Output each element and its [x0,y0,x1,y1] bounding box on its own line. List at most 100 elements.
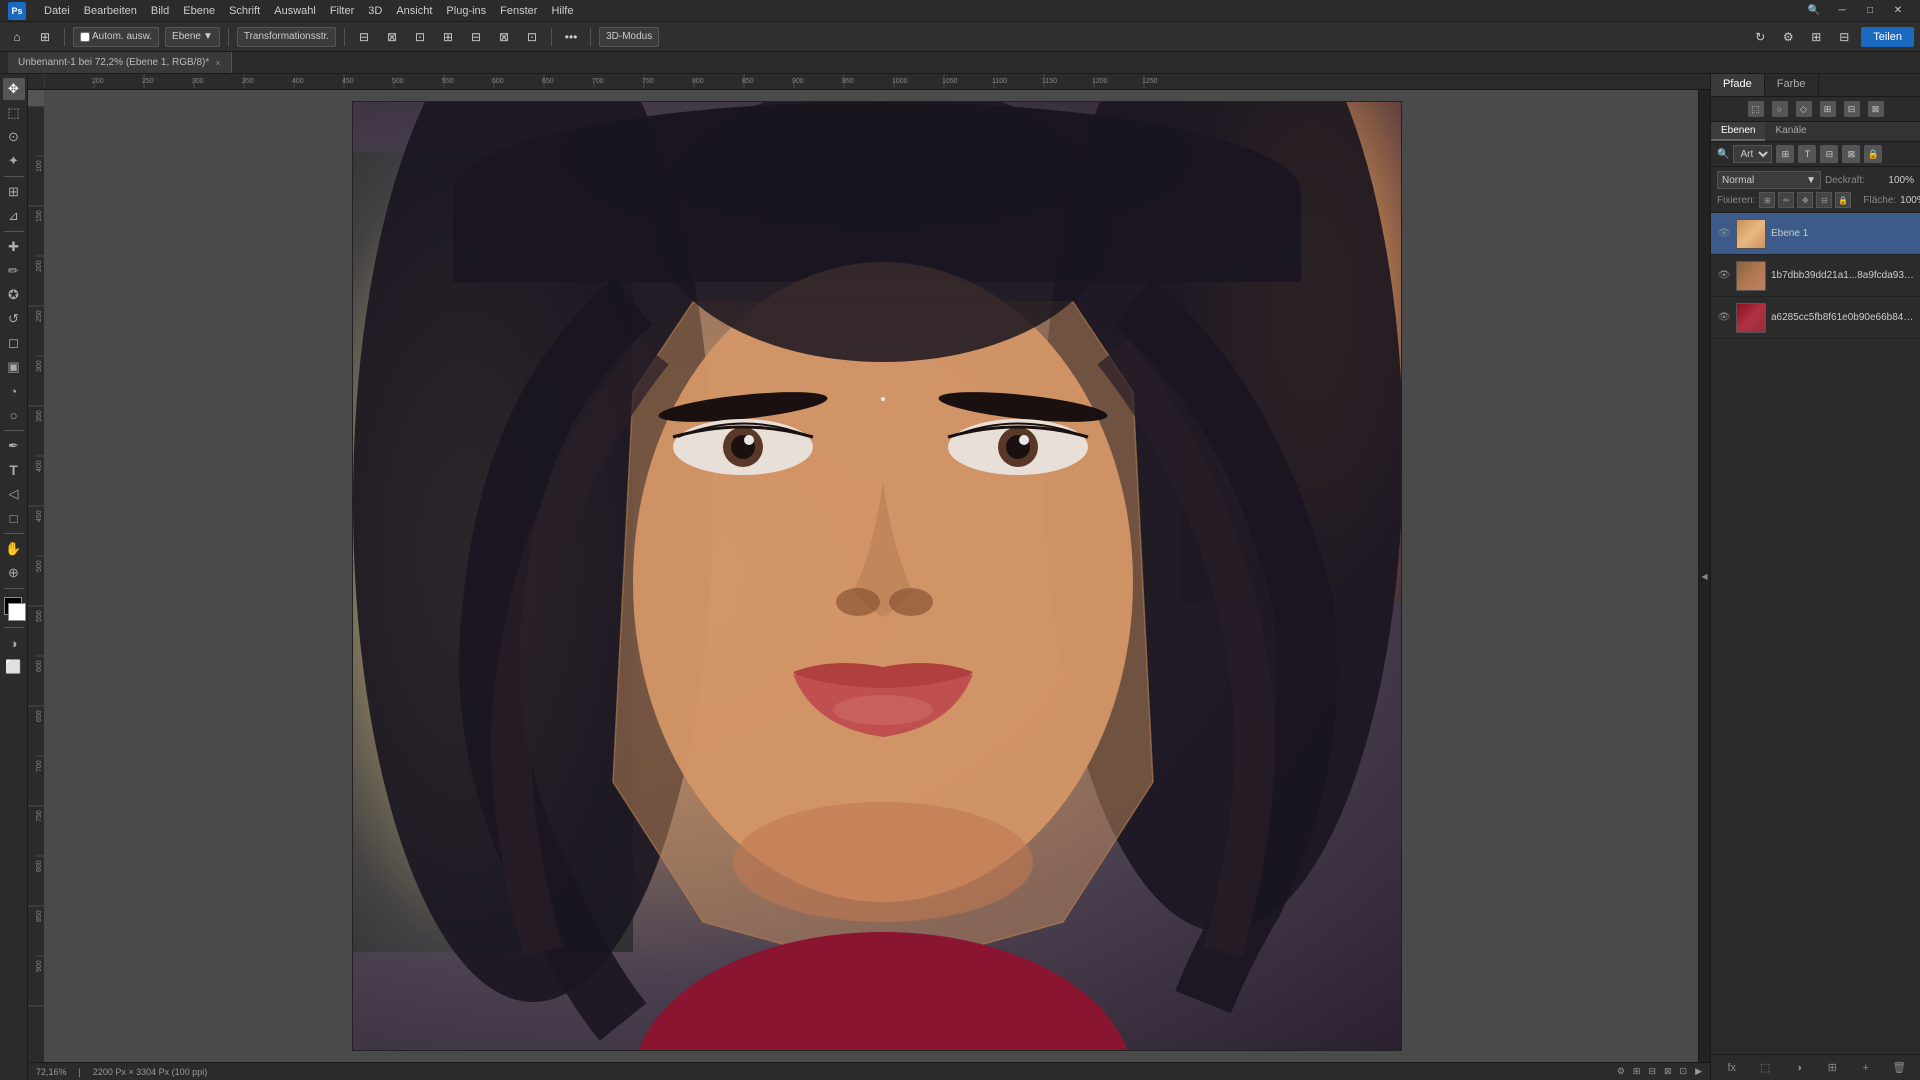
document-tab[interactable]: Unbenannt-1 bei 72,2% (Ebene 1, RGB/8)* … [8,52,232,73]
layer-search-icon-6[interactable]: 🔒 [1864,145,1882,163]
panel-icon-3[interactable]: ◇ [1796,101,1812,117]
lock-position-btn[interactable]: ✥ [1797,192,1813,208]
stamp-tool[interactable]: ✪ [3,284,25,306]
status-icon-2[interactable]: ⊞ [1633,1066,1641,1077]
pen-tool[interactable]: ✒ [3,435,25,457]
auto-select-btn[interactable]: Autom. ausw. [73,27,159,47]
distribute-icon[interactable]: ⊡ [521,26,543,48]
canvas-content[interactable]: 100 150 200 250 300 350 400 450 500 550 … [28,90,1710,1062]
menu-item-ebene[interactable]: Ebene [183,5,215,17]
menu-item-ansicht[interactable]: Ansicht [396,5,432,17]
status-icon-5[interactable]: ⊡ [1680,1066,1688,1077]
search-btn[interactable]: 🔍 [1800,0,1828,22]
opacity-value[interactable]: 100% [1879,175,1914,186]
status-more[interactable]: ▶ [1695,1066,1702,1077]
quick-mask-tool[interactable]: ◑ [3,632,25,654]
tab-farbe[interactable]: Farbe [1765,74,1819,96]
tab-ebenen[interactable]: Ebenen [1711,122,1765,141]
zoom-tool[interactable]: ⊕ [3,562,25,584]
status-icon-3[interactable]: ⊟ [1648,1066,1656,1077]
home-button[interactable]: ⌂ [6,26,28,48]
more-options-icon[interactable]: ••• [560,26,582,48]
menu-item-hilfe[interactable]: Hilfe [551,5,573,17]
tab-pfade[interactable]: Pfade [1711,74,1765,96]
layer-item-0[interactable]: 👁 Ebene 1 [1711,213,1920,255]
arrange-icon[interactable]: ⊟ [1833,26,1855,48]
eraser-tool[interactable]: ◻ [3,332,25,354]
right-panel-collapse[interactable]: ◀ [1698,90,1710,1062]
layer-search-icon-3[interactable]: T [1798,145,1816,163]
panel-icon-5[interactable]: ⊟ [1844,101,1860,117]
fill-value[interactable]: 100% [1900,195,1920,206]
select-tool[interactable]: ⬚ [3,102,25,124]
menu-item-schrift[interactable]: Schrift [229,5,260,17]
lock-transparent-btn[interactable]: ⊞ [1759,192,1775,208]
menu-item-bild[interactable]: Bild [151,5,169,17]
layer-type-select[interactable]: Art [1733,145,1772,163]
share-button[interactable]: Teilen [1861,27,1914,47]
close-btn[interactable]: ✕ [1884,0,1912,22]
magic-wand-tool[interactable]: ✦ [3,150,25,172]
layer-group-btn[interactable]: ⊞ [1823,1059,1841,1077]
layer-item-2[interactable]: 👁 a6285cc5fb8f61e0b90e66b8426d1b e7 [1711,297,1920,339]
history-brush-tool[interactable]: ↺ [3,308,25,330]
blend-mode-dropdown[interactable]: Normal ▼ [1717,171,1821,189]
lock-pixels-btn[interactable]: ✏ [1778,192,1794,208]
tool-options-icon[interactable]: ⊞ [34,26,56,48]
dodge-tool[interactable]: ○ [3,404,25,426]
layer-search-icon-5[interactable]: ⊠ [1842,145,1860,163]
layer-2-visibility[interactable]: 👁 [1717,312,1731,323]
tab-kanaele[interactable]: Kanäle [1765,122,1816,141]
rotate-icon[interactable]: ↻ [1749,26,1771,48]
layer-dropdown[interactable]: Ebene ▼ [165,27,220,47]
menu-item-auswahl[interactable]: Auswahl [274,5,316,17]
text-tool[interactable]: T [3,459,25,481]
new-layer-btn[interactable]: + [1857,1059,1875,1077]
blur-tool[interactable]: ◔ [3,380,25,402]
status-icon-1[interactable]: ⚙ [1617,1066,1625,1077]
status-icon-4[interactable]: ⊠ [1664,1066,1672,1077]
align-middle-icon[interactable]: ⊟ [465,26,487,48]
panel-icon-1[interactable]: ⬚ [1748,101,1764,117]
panel-icon-6[interactable]: ⊠ [1868,101,1884,117]
panel-icon-2[interactable]: ○ [1772,101,1788,117]
3d-mode-btn[interactable]: 3D-Modus [599,27,659,47]
align-center-icon[interactable]: ⊠ [381,26,403,48]
settings-icon[interactable]: ⚙ [1777,26,1799,48]
crop-tool[interactable]: ⊞ [3,181,25,203]
align-top-icon[interactable]: ⊞ [437,26,459,48]
layer-1-visibility[interactable]: 👁 [1717,270,1731,281]
align-left-icon[interactable]: ⊟ [353,26,375,48]
align-bottom-icon[interactable]: ⊠ [493,26,515,48]
menu-item-3d[interactable]: 3D [368,5,382,17]
document-tab-close[interactable]: × [215,58,220,68]
canvas-image[interactable] [44,90,1710,1062]
hand-tool[interactable]: ✋ [3,538,25,560]
shape-tool[interactable]: □ [3,507,25,529]
path-select-tool[interactable]: ◁ [3,483,25,505]
brush-tool[interactable]: ✏ [3,260,25,282]
align-right-icon[interactable]: ⊡ [409,26,431,48]
layer-item-1[interactable]: 👁 1b7dbb39dd21a1...8a9fcda93d5e72 [1711,255,1920,297]
layer-mask-btn[interactable]: ⬚ [1756,1059,1774,1077]
menu-item-bearbeiten[interactable]: Bearbeiten [84,5,137,17]
menu-item-plugins[interactable]: Plug-ins [446,5,486,17]
layer-style-btn[interactable]: fx [1723,1059,1741,1077]
grid-icon[interactable]: ⊞ [1805,26,1827,48]
background-color[interactable] [8,603,26,621]
lock-all-btn[interactable]: 🔒 [1835,192,1851,208]
lock-artboard-btn[interactable]: ⊟ [1816,192,1832,208]
eyedropper-tool[interactable]: ⊿ [3,205,25,227]
minimize-btn[interactable]: ─ [1828,0,1856,22]
lasso-tool[interactable]: ⊙ [3,126,25,148]
delete-layer-btn[interactable]: 🗑 [1890,1059,1908,1077]
panel-icon-4[interactable]: ⊞ [1820,101,1836,117]
menu-item-fenster[interactable]: Fenster [500,5,537,17]
auto-select-checkbox[interactable] [80,32,90,42]
screen-mode-tool[interactable]: ⬜ [3,656,25,678]
transform-dropdown[interactable]: Transformationsstr. [237,27,336,47]
gradient-tool[interactable]: ▣ [3,356,25,378]
menu-item-datei[interactable]: Datei [44,5,70,17]
layer-0-visibility[interactable]: 👁 [1717,228,1731,239]
menu-item-filter[interactable]: Filter [330,5,354,17]
